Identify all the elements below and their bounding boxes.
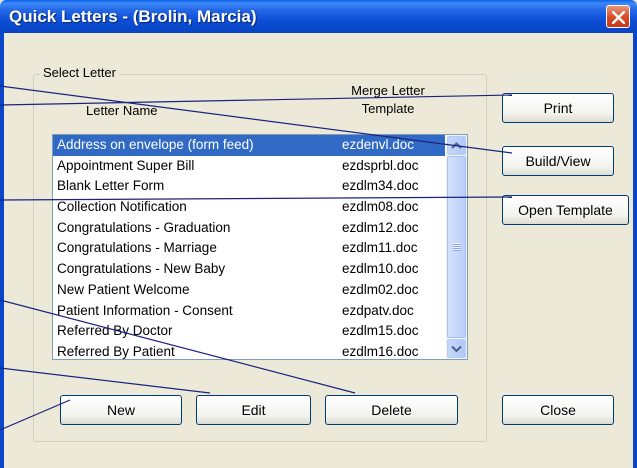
list-item[interactable]: Appointment Super Bill ezdsprbl.doc <box>53 156 445 177</box>
open-template-button[interactable]: Open Template <box>502 195 629 225</box>
letter-name: Congratulations - Marriage <box>57 240 217 256</box>
letter-list[interactable]: Address on envelope (form feed) ezdenvl.d… <box>52 134 468 360</box>
scroll-down-button[interactable] <box>447 339 466 358</box>
letter-name: Referred By Doctor <box>57 323 173 339</box>
list-item[interactable]: Congratulations - New Baby ezdlm10.doc <box>53 259 445 280</box>
list-item[interactable]: New Patient Welcome ezdlm02.doc <box>53 280 445 301</box>
vertical-scrollbar[interactable] <box>446 135 467 359</box>
scroll-grip-icon <box>453 243 461 251</box>
letter-name: New Patient Welcome <box>57 281 190 297</box>
letter-name: Referred By Patient <box>57 343 175 359</box>
letter-name: Address on envelope (form feed) <box>57 137 254 152</box>
letter-name: Blank Letter Form <box>57 178 165 194</box>
build-view-button[interactable]: Build/View <box>502 146 614 176</box>
list-item[interactable]: Referred By Doctor ezdlm15.doc <box>53 321 445 342</box>
letter-template: ezdlm10.doc <box>342 261 419 277</box>
letter-list-rows: Address on envelope (form feed) ezdenvl.d… <box>53 135 445 359</box>
letter-template: ezdlm12.doc <box>342 219 419 235</box>
list-item[interactable]: Referred By Patient ezdlm16.doc <box>53 342 445 359</box>
letter-template: ezdlm11.doc <box>342 240 418 256</box>
scroll-thumb[interactable] <box>447 156 466 338</box>
edit-button[interactable]: Edit <box>196 395 311 425</box>
print-button[interactable]: Print <box>502 93 614 123</box>
new-button[interactable]: New <box>60 395 182 425</box>
letter-name: Congratulations - New Baby <box>57 261 226 277</box>
title-bar[interactable]: Quick Letters - (Brolin, Marcia) <box>0 0 637 33</box>
letter-template: ezdlm15.doc <box>342 323 419 339</box>
chevron-down-icon <box>451 345 462 353</box>
letter-template: ezdlm08.doc <box>342 199 419 215</box>
group-label: Select Letter <box>40 65 119 80</box>
letter-template: ezdlm34.doc <box>342 178 419 194</box>
letter-name: Appointment Super Bill <box>57 157 195 173</box>
letter-name-header: Letter Name <box>86 103 158 118</box>
template-header-line1: Merge Letter <box>351 83 425 98</box>
letter-template: ezdlm02.doc <box>342 281 419 297</box>
letter-template: ezdpatv.doc <box>342 302 414 318</box>
list-item[interactable]: Congratulations - Graduation ezdlm12.doc <box>53 218 445 239</box>
list-item[interactable]: Address on envelope (form feed) ezdenvl.d… <box>53 135 445 156</box>
list-item[interactable]: Collection Notification ezdlm08.doc <box>53 197 445 218</box>
letter-template: ezdlm16.doc <box>342 343 419 359</box>
chevron-up-icon <box>451 142 462 149</box>
window-border-right <box>633 33 637 468</box>
letter-template: ezdsprbl.doc <box>342 157 419 173</box>
quick-letters-window: Quick Letters - (Brolin, Marcia) Select … <box>0 0 637 468</box>
window-close-button[interactable] <box>606 5 630 28</box>
delete-button[interactable]: Delete <box>325 395 458 425</box>
list-item[interactable]: Congratulations - Marriage ezdlm11.doc <box>53 238 445 259</box>
window-title: Quick Letters - (Brolin, Marcia) <box>9 7 257 26</box>
close-icon <box>612 11 625 24</box>
letter-name: Collection Notification <box>57 199 187 215</box>
letter-template: ezdenvl.doc <box>342 137 415 152</box>
letter-name: Congratulations - Graduation <box>57 219 231 235</box>
list-item[interactable]: Patient Information - Consent ezdpatv.doc <box>53 301 445 322</box>
close-button[interactable]: Close <box>502 395 614 425</box>
template-header-line2: Template <box>361 101 415 116</box>
list-item[interactable]: Blank Letter Form ezdlm34.doc <box>53 176 445 197</box>
scroll-up-button[interactable] <box>447 136 466 155</box>
window-border-left <box>0 33 4 468</box>
letter-name: Patient Information - Consent <box>57 302 233 318</box>
